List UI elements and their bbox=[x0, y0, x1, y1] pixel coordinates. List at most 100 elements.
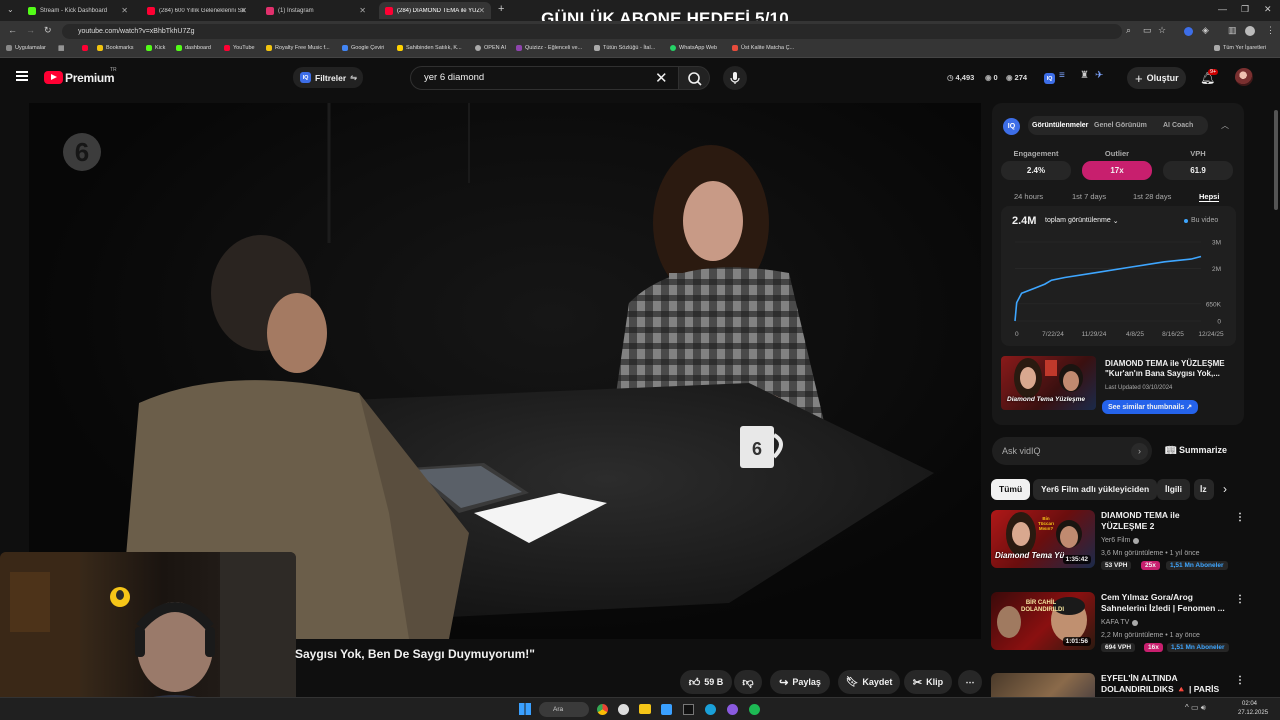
collapse-icon[interactable]: ︿ bbox=[1221, 120, 1229, 131]
trophy-icon[interactable]: ♜ bbox=[1080, 70, 1089, 81]
app-taskbar-icon[interactable] bbox=[661, 704, 672, 715]
all-bookmarks[interactable]: Tüm Yer İşaretleri bbox=[1214, 45, 1266, 51]
search-input[interactable]: yer 6 diamond bbox=[410, 66, 680, 90]
extension-vidiq-icon[interactable] bbox=[1184, 27, 1193, 36]
forward-icon[interactable]: → bbox=[26, 25, 35, 35]
range-7d[interactable]: 1st 7 days bbox=[1072, 192, 1106, 201]
close-tab-icon[interactable]: ✕ bbox=[240, 6, 247, 15]
bookmark-item[interactable]: Kick bbox=[146, 45, 165, 51]
range-all[interactable]: Hepsi bbox=[1199, 192, 1220, 202]
tab-instagram[interactable]: (1) Instagram ✕ bbox=[260, 2, 372, 19]
recommendation-channel[interactable]: KAFA TV bbox=[1101, 619, 1139, 626]
bookmark-item[interactable]: Uygulamalar bbox=[6, 45, 46, 51]
list-icon[interactable]: ≡ bbox=[1059, 70, 1065, 81]
bookmark-item[interactable]: Bookmarks bbox=[97, 45, 134, 51]
tab-youtube-600[interactable]: (284) 600 Yıllık Geleneklerini Sorgu... … bbox=[141, 2, 253, 19]
zoom-icon[interactable]: ⌕ bbox=[1126, 25, 1131, 36]
close-tab-icon[interactable]: ✕ bbox=[359, 6, 366, 15]
cast-icon[interactable]: ▭ bbox=[1143, 25, 1152, 36]
vidiq-tab-ai-coach[interactable]: AI Coach bbox=[1163, 122, 1193, 129]
brand-label[interactable]: Premium bbox=[65, 71, 115, 85]
bookmark-item[interactable]: dashboard bbox=[176, 45, 211, 51]
search-button[interactable] bbox=[678, 66, 710, 90]
taskbar-search[interactable]: Ara bbox=[539, 702, 589, 717]
bookmark-item[interactable]: Google Çeviri bbox=[342, 45, 384, 51]
youtube-logo-icon[interactable] bbox=[44, 71, 63, 84]
close-tab-icon[interactable]: ✕ bbox=[121, 6, 128, 15]
recommendation-item[interactable]: Bin Tüccarı Mısın? Diamond Tema Yü... 1:… bbox=[991, 510, 1245, 570]
recommendation-item[interactable]: EYFEL'İN ALTINDA DOLANDIRILDIKS 🔺 | PARİ… bbox=[991, 673, 1241, 697]
like-button[interactable]: 👍︎ 59 B bbox=[680, 670, 732, 694]
send-arrow-icon[interactable]: › bbox=[1131, 443, 1148, 460]
bookmark-item[interactable]: Üst Kalite Matcha Ç... bbox=[732, 45, 794, 51]
star-icon[interactable]: ☆ bbox=[1158, 25, 1166, 36]
recommendation-channel[interactable]: Yer6 Film bbox=[1101, 537, 1140, 544]
recommendation-thumbnail[interactable]: Bin Tüccarı Mısın? Diamond Tema Yü... 1:… bbox=[991, 510, 1095, 568]
filters-button[interactable]: IQ Filtreler ⇋ bbox=[293, 67, 363, 88]
share-button[interactable]: ↪ Paylaş bbox=[770, 670, 830, 694]
chrome-taskbar-icon[interactable] bbox=[597, 704, 608, 715]
more-vertical-icon[interactable]: ⋮ bbox=[1235, 675, 1241, 686]
bookmark-item[interactable]: WhatsApp Web bbox=[670, 45, 717, 51]
obs-taskbar-icon[interactable] bbox=[618, 704, 629, 715]
voice-search-button[interactable] bbox=[723, 66, 747, 90]
range-28d[interactable]: 1st 28 days bbox=[1133, 192, 1171, 201]
chip-more[interactable]: İz bbox=[1194, 479, 1214, 500]
recommendation-thumbnail[interactable]: BİR CAHİL DOLANDIRILDI 1:01:56 bbox=[991, 592, 1095, 650]
bookmark-item[interactable] bbox=[82, 45, 88, 51]
bookmark-item[interactable]: Royalty Free Music f... bbox=[266, 45, 330, 51]
edge-taskbar-icon[interactable] bbox=[705, 704, 716, 715]
minimize-icon[interactable]: — bbox=[1218, 4, 1227, 14]
grid-icon[interactable]: ▦ bbox=[58, 44, 65, 52]
bookmark-item[interactable]: OPEN AI bbox=[475, 45, 506, 51]
tab-diamond-tema[interactable]: (284) DIAMOND TEMA ile YÜZLEŞ... ✕ bbox=[379, 2, 491, 19]
thumbnail-video-title[interactable]: DIAMOND TEMA ile YÜZLEŞME "Kur'an'ın Ban… bbox=[1105, 359, 1237, 379]
folder-taskbar-icon[interactable] bbox=[639, 704, 651, 714]
create-button[interactable]: + Oluştur bbox=[1127, 67, 1186, 89]
see-similar-thumbnails-button[interactable]: See similar thumbnails ↗ bbox=[1102, 400, 1199, 414]
clip-button[interactable]: ✂ Klip bbox=[904, 670, 952, 694]
hamburger-menu-icon[interactable] bbox=[16, 71, 28, 81]
rocket-icon[interactable]: ✈ bbox=[1095, 70, 1103, 81]
recommendation-item[interactable]: BİR CAHİL DOLANDIRILDI 1:01:56 Cem Yılma… bbox=[991, 592, 1245, 652]
more-vertical-icon[interactable]: ⋮ bbox=[1235, 512, 1245, 523]
scrollbar-thumb[interactable] bbox=[1274, 110, 1278, 210]
close-window-icon[interactable]: ✕ bbox=[1264, 4, 1272, 15]
extension-icon[interactable]: ◈ bbox=[1202, 25, 1209, 36]
summarize-button[interactable]: 📖︎ Summarize bbox=[1165, 445, 1227, 456]
ask-vidiq-input[interactable]: Ask vidIQ bbox=[992, 437, 1152, 465]
vidiq-tab-overview[interactable]: Genel Görünüm bbox=[1094, 122, 1147, 129]
range-24h[interactable]: 24 hours bbox=[1014, 192, 1043, 201]
chip-uploader[interactable]: Yer6 Film adlı yükleyiciden bbox=[1033, 479, 1158, 500]
app-taskbar-icon[interactable] bbox=[727, 704, 738, 715]
sidebar-icon[interactable]: ▥ bbox=[1228, 25, 1237, 36]
back-icon[interactable]: ← bbox=[8, 25, 17, 35]
reload-icon[interactable]: ↻ bbox=[44, 25, 52, 36]
vidiq-icon[interactable]: IQ bbox=[1044, 73, 1055, 84]
spotify-taskbar-icon[interactable] bbox=[749, 704, 760, 715]
recommendation-title[interactable]: Cem Yılmaz Gora/Arog Sahnelerini İzledi … bbox=[1101, 592, 1226, 614]
menu-dots-icon[interactable]: ⋮ bbox=[1266, 25, 1275, 36]
terminal-taskbar-icon[interactable] bbox=[683, 704, 694, 715]
bookmark-item[interactable]: Quizizz - Eğlenceli ve... bbox=[516, 45, 582, 51]
windows-start-icon[interactable] bbox=[519, 703, 531, 715]
chip-all[interactable]: Tümü bbox=[991, 479, 1031, 500]
save-button[interactable]: 🔖︎ Kaydet bbox=[838, 670, 900, 694]
tab-search-icon[interactable]: ⌄ bbox=[7, 5, 14, 14]
video-thumbnail[interactable]: Diamond Tema Yüzleşme bbox=[1001, 356, 1096, 410]
account-avatar[interactable] bbox=[1235, 68, 1253, 86]
recommendation-title[interactable]: DIAMOND TEMA ile YÜZLEŞME 2 bbox=[1101, 510, 1226, 532]
url-field[interactable]: youtube.com/watch?v=xBhbTkhU7Zg bbox=[62, 24, 1122, 39]
dislike-button[interactable]: 👎︎ bbox=[734, 670, 762, 694]
chip-related[interactable]: İlgili bbox=[1157, 479, 1190, 500]
restore-icon[interactable]: ❐ bbox=[1241, 4, 1249, 15]
bookmark-item[interactable]: YouTube bbox=[224, 45, 255, 51]
bookmark-item[interactable]: Tütün Sözlüğü - İtal... bbox=[594, 45, 655, 51]
vidiq-tab-views[interactable]: Görüntülenmeler bbox=[1032, 122, 1088, 129]
recommendation-title[interactable]: EYFEL'İN ALTINDA DOLANDIRILDIKS 🔺 | PARİ… bbox=[1101, 673, 1226, 697]
more-vertical-icon[interactable]: ⋮ bbox=[1235, 594, 1245, 605]
bookmark-item[interactable]: Sahibinden Satılık, K... bbox=[397, 45, 462, 51]
tray-icons[interactable]: ^ ▭ 🔊︎ bbox=[1185, 703, 1206, 713]
profile-avatar-icon[interactable] bbox=[1245, 26, 1255, 36]
recommendation-thumbnail[interactable] bbox=[991, 673, 1095, 697]
